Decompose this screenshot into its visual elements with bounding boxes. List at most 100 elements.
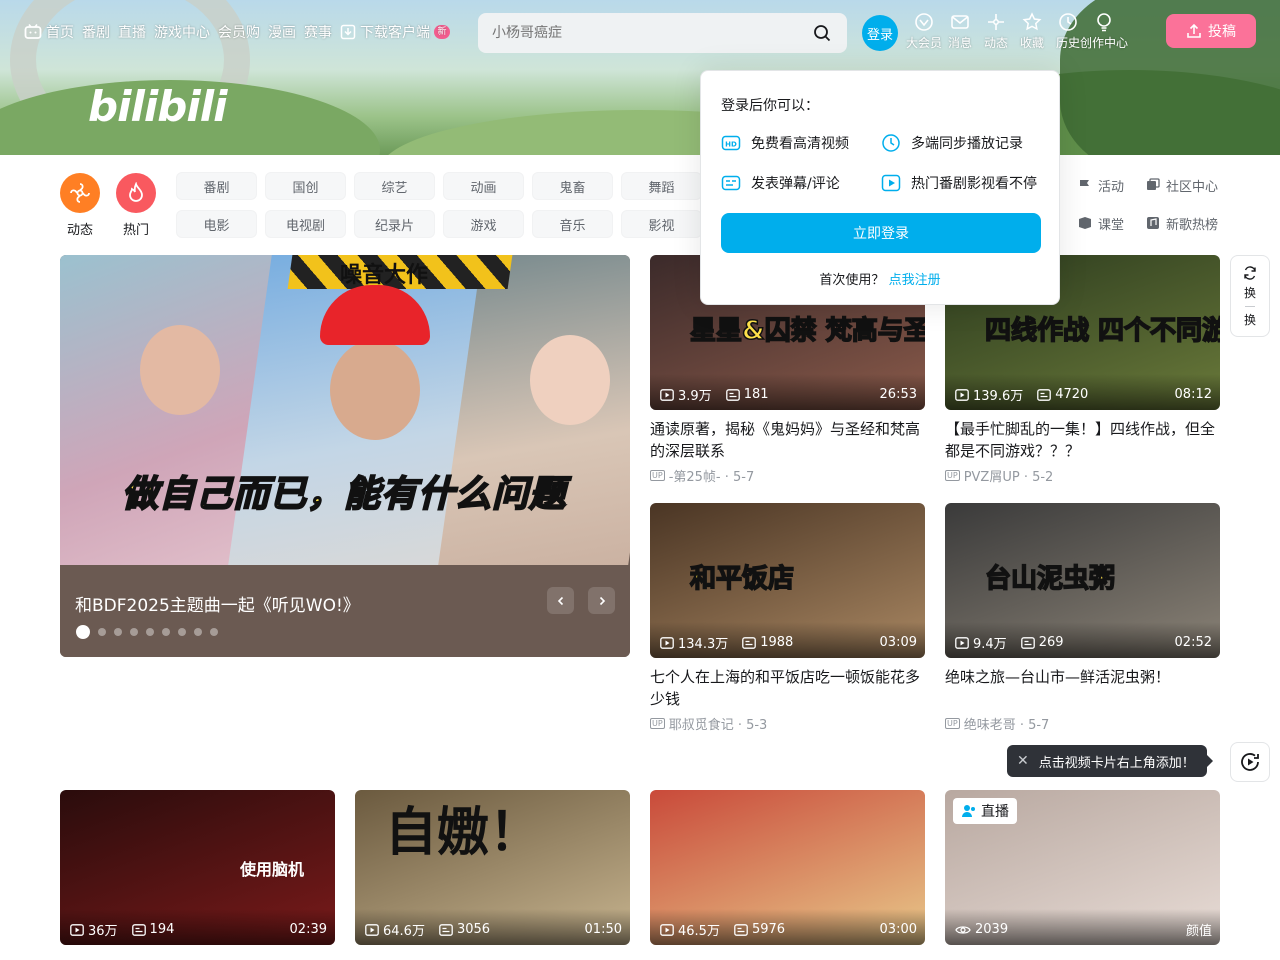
video-thumbnail[interactable]: 使用脑机 36万 194 02:39 (60, 790, 335, 945)
carousel-prev-button[interactable] (547, 587, 574, 614)
video-title[interactable]: 通读原著，揭秘《鬼妈妈》与圣经和梵高的深层联系 (650, 418, 925, 462)
entry-message[interactable]: 消息 (942, 12, 978, 51)
video-author[interactable]: 耶叔觅食记 · 5-3 (669, 714, 768, 733)
nav-live[interactable]: 直播 (118, 22, 146, 42)
video-card[interactable]: 台山泥虫粥 9.4万 269 02:52 绝味之旅—台山市—鲜活泥虫粥！ UP 绝味老哥 ·… (945, 503, 1220, 733)
carousel-dot[interactable] (162, 628, 170, 636)
nav-bangumi[interactable]: 番剧 (82, 22, 110, 42)
video-thumbnail[interactable]: 和平饭店 134.3万 1988 03:09 (650, 503, 925, 658)
login-popover: 登录后你可以： HD 免费看高清视频 多端同步播放记录 发表弹幕/评论 热门番剧… (700, 70, 1060, 305)
bilibili-logo[interactable]: bilibili (88, 82, 228, 131)
video-thumbnail[interactable]: 自嫐！ 64.6万 3056 01:50 (355, 790, 630, 945)
refresh-label: 换 (1243, 286, 1256, 300)
sync-clock-icon (882, 134, 900, 152)
refresh-feed-button[interactable]: 换 换 (1230, 255, 1270, 337)
link-new-song-chart[interactable]: 新歌热榜 (1146, 214, 1236, 233)
video-thumbnail[interactable]: 直播 2039 颜值 (945, 790, 1220, 945)
up-icon: UP (945, 718, 960, 729)
carousel-dot[interactable] (210, 628, 218, 636)
channel-chip[interactable]: 动画 (443, 172, 524, 200)
nav-download-client[interactable]: 下载客户端 新 (340, 22, 450, 42)
video-author[interactable]: -第25帧- · 5-7 (669, 466, 755, 485)
video-author[interactable]: 绝味老哥 · 5-7 (964, 714, 1050, 733)
nav-home[interactable]: 首页 (24, 22, 74, 42)
link-class[interactable]: 课堂 (1078, 214, 1146, 233)
video-thumbnail[interactable]: 台山泥虫粥 9.4万 269 02:52 (945, 503, 1220, 658)
video-thumbnail[interactable]: 46.5万 5976 03:00 (650, 790, 925, 945)
register-link[interactable]: 点我注册 (889, 273, 941, 288)
entry-creator-center[interactable]: 创作中心 (1080, 12, 1128, 51)
channel-hot[interactable]: 热门 (116, 173, 156, 238)
carousel-dots (76, 625, 218, 639)
carousel-dot[interactable] (76, 625, 90, 639)
video-meta[interactable]: UP 耶叔觅食记 · 5-3 (650, 714, 925, 733)
login-benefits: HD 免费看高清视频 多端同步播放记录 发表弹幕/评论 热门番剧影视看不停 (721, 133, 1039, 193)
video-card[interactable]: 使用脑机 36万 194 02:39 (60, 790, 335, 945)
video-card[interactable]: 直播 2039 颜值 (945, 790, 1220, 945)
nav-match[interactable]: 赛事 (304, 22, 332, 42)
video-title[interactable]: 绝味之旅—台山市—鲜活泥虫粥！ (945, 666, 1220, 710)
channel-chip[interactable]: 影视 (621, 210, 702, 238)
flag-icon (1080, 179, 1089, 191)
video-card[interactable]: 和平饭店 134.3万 1988 03:09 七个人在上海的和平饭店吃一顿饭能花多少钱 U… (650, 503, 925, 733)
channel-chip[interactable]: 舞蹈 (621, 172, 702, 200)
search-input[interactable] (492, 25, 811, 41)
link-community-center[interactable]: 社区中心 (1146, 176, 1236, 195)
link-activity[interactable]: 活动 (1078, 176, 1146, 195)
close-icon[interactable]: ✕ (1017, 753, 1029, 769)
search-button[interactable] (811, 22, 833, 44)
carousel-dot[interactable] (194, 628, 202, 636)
carousel-dot[interactable] (178, 628, 186, 636)
nav-download-label: 下载客户端 (360, 25, 430, 41)
login-now-button[interactable]: 立即登录 (721, 213, 1041, 253)
bulb-icon (1097, 13, 1111, 32)
carousel-dot[interactable] (130, 628, 138, 636)
video-meta[interactable]: UP 绝味老哥 · 5-7 (945, 714, 1220, 733)
video-title[interactable]: 【最手忙脚乱的一集！】四线作战，但全都是不同游戏？？？ (945, 418, 1220, 462)
hd-icon: HD (721, 135, 741, 151)
channel-chip[interactable]: 游戏 (443, 210, 524, 238)
carousel-dot[interactable] (114, 628, 122, 636)
upload-button[interactable]: 投稿 (1166, 14, 1256, 48)
video-card[interactable]: 46.5万 5976 03:00 (650, 790, 925, 945)
entry-vip[interactable]: 大会员 (906, 12, 942, 51)
entry-dynamic[interactable]: 动态 (978, 12, 1014, 51)
nav-member-shop[interactable]: 会员购 (218, 22, 260, 42)
chevron-right-icon (599, 596, 605, 605)
benefit-item: 热门番剧影视看不停 (881, 173, 1041, 193)
channel-dynamic[interactable]: 动态 (60, 173, 100, 238)
channel-chip[interactable]: 电视剧 (265, 210, 346, 238)
video-meta[interactable]: UP -第25帧- · 5-7 (650, 466, 925, 485)
channel-chip[interactable]: 综艺 (354, 172, 435, 200)
up-icon: UP (945, 470, 960, 481)
nav-game-center[interactable]: 游戏中心 (154, 22, 210, 42)
channel-dynamic-circle (60, 173, 100, 213)
channel-chip[interactable]: 番剧 (176, 172, 257, 200)
watch-later-button[interactable] (1230, 742, 1270, 782)
video-meta[interactable]: UP PVZ屑UP · 5-2 (945, 466, 1220, 485)
channel-chip[interactable]: 鬼畜 (532, 172, 613, 200)
view-count: 134.3万 (660, 633, 728, 652)
login-avatar-button[interactable]: 登录 (862, 15, 898, 51)
nav-manga[interactable]: 漫画 (268, 22, 296, 42)
channel-chip[interactable]: 音乐 (532, 210, 613, 238)
entry-favorites[interactable]: 收藏 (1014, 12, 1050, 51)
video-title[interactable]: 七个人在上海的和平饭店吃一顿饭能花多少钱 (650, 666, 925, 710)
nav-home-label: 首页 (46, 25, 74, 41)
video-duration: 颜值 (1185, 924, 1212, 939)
banner-carousel[interactable]: 噪音大作 做自己而已，能有什么问题 和BDF2025主题曲一起《听见WO!》 (60, 255, 630, 657)
clock-icon (1059, 13, 1077, 31)
video-card[interactable]: 自嫐！ 64.6万 3056 01:50 (355, 790, 630, 945)
carousel-overlay-text: 做自己而已，能有什么问题 (121, 473, 567, 516)
channel-chip[interactable]: 国创 (265, 172, 346, 200)
carousel-caption[interactable]: 和BDF2025主题曲一起《听见WO!》 (75, 591, 360, 616)
channel-chip[interactable]: 纪录片 (354, 210, 435, 238)
carousel-dot[interactable] (98, 628, 106, 636)
benefit-item: 发表弹幕/评论 (721, 173, 881, 193)
play-count-icon (660, 636, 674, 649)
channel-chip[interactable]: 电影 (176, 210, 257, 238)
carousel-next-button[interactable] (588, 587, 615, 614)
carousel-dot[interactable] (146, 628, 154, 636)
benefit-item: 多端同步播放记录 (881, 133, 1041, 153)
video-author[interactable]: PVZ屑UP · 5-2 (964, 466, 1054, 485)
